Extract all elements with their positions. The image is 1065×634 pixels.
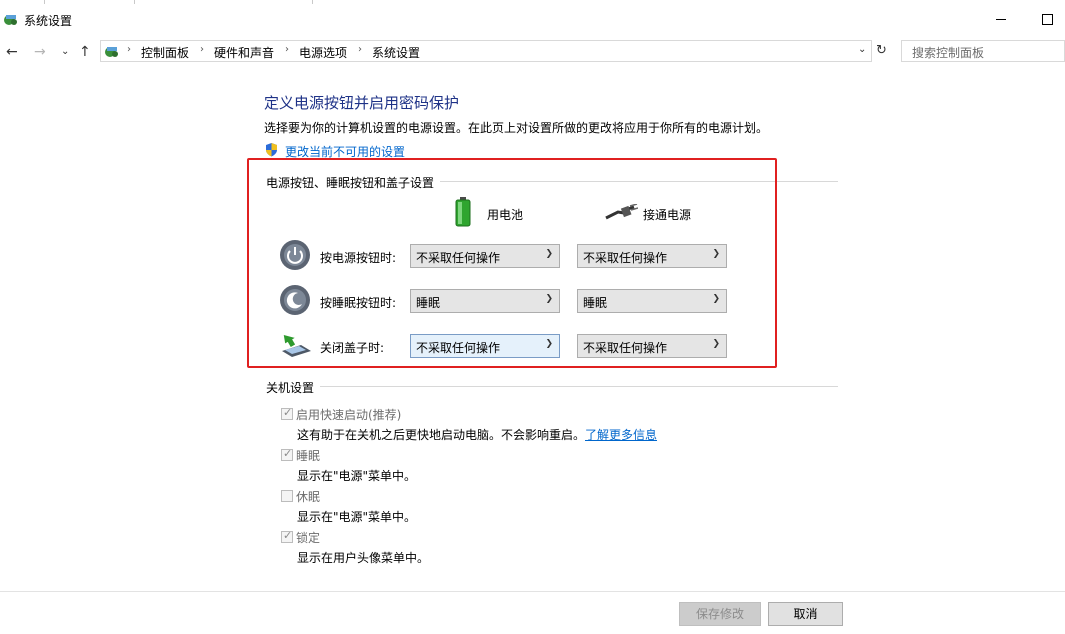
- sleep-checkbox[interactable]: ✓: [281, 447, 293, 461]
- chevron-down-icon: ❯: [712, 339, 720, 349]
- page-description: 选择要为你的计算机设置的电源设置。在此页上对设置所做的更改将应用于你所有的电源计…: [264, 121, 769, 135]
- chevron-down-icon: ❯: [545, 249, 553, 259]
- breadcrumb-system-settings[interactable]: 系统设置: [372, 44, 420, 61]
- checkmark-icon: ✓: [283, 529, 293, 542]
- laptop-lid-icon: [282, 334, 311, 357]
- breadcrumb-separator-icon: ›: [200, 44, 204, 55]
- page-title: 定义电源按钮并启用密码保护: [264, 94, 460, 112]
- chevron-down-icon: ❯: [545, 294, 553, 304]
- select-value: 睡眠: [416, 296, 441, 310]
- battery-icon: [455, 197, 471, 227]
- plugged-in-column-header: 接通电源: [643, 208, 692, 222]
- fast-startup-checkbox[interactable]: ✓: [281, 406, 293, 420]
- title-bar: 系统设置: [0, 0, 1065, 38]
- control-panel-icon: [4, 15, 17, 25]
- cancel-button[interactable]: 取消: [768, 602, 843, 626]
- hibernate-checkbox[interactable]: [281, 490, 293, 502]
- hibernate-option-label: 休眠: [296, 490, 321, 504]
- save-changes-button[interactable]: 保存修改: [679, 602, 761, 626]
- select-value: 睡眠: [583, 296, 608, 310]
- footer-divider: [0, 591, 1065, 592]
- hibernate-option-description: 显示在"电源"菜单中。: [297, 510, 417, 524]
- uac-shield-icon: [266, 143, 277, 157]
- breadcrumb-control-panel[interactable]: 控制面板: [141, 44, 189, 61]
- chevron-down-icon: ❯: [712, 294, 720, 304]
- tab-divider: [134, 0, 135, 4]
- back-arrow-icon[interactable]: ←: [6, 44, 18, 60]
- fast-startup-description: 这有助于在关机之后更快地启动电脑。不会影响重启。: [297, 428, 586, 442]
- sleep-option-label: 睡眠: [296, 449, 321, 463]
- select-value: 不采取任何操作: [416, 341, 501, 355]
- select-value: 不采取任何操作: [583, 341, 668, 355]
- fast-startup-label: 启用快速启动(推荐): [296, 408, 402, 422]
- sleep-button-plugged-select[interactable]: 睡眠 ❯: [577, 289, 727, 313]
- sleep-button-battery-select[interactable]: 睡眠 ❯: [410, 289, 560, 313]
- battery-column-header: 用电池: [487, 208, 524, 222]
- control-panel-icon: [105, 47, 118, 57]
- sleep-option-description: 显示在"电源"菜单中。: [297, 469, 417, 483]
- breadcrumb-power-options[interactable]: 电源选项: [299, 44, 347, 61]
- breadcrumb-separator-icon: ›: [358, 44, 362, 55]
- power-button-battery-select[interactable]: 不采取任何操作 ❯: [410, 244, 560, 268]
- checkmark-icon: ✓: [283, 406, 293, 419]
- breadcrumb-hardware-sound[interactable]: 硬件和声音: [214, 44, 274, 61]
- close-lid-battery-select[interactable]: 不采取任何操作 ❯: [410, 334, 560, 358]
- recent-locations-chevron-icon[interactable]: ⌄: [61, 46, 69, 57]
- window-title: 系统设置: [24, 14, 73, 28]
- section-divider: [266, 386, 838, 387]
- checkmark-icon: ✓: [283, 447, 293, 460]
- lock-checkbox[interactable]: ✓: [281, 529, 293, 543]
- power-button-row-label: 按电源按钮时:: [320, 251, 397, 265]
- close-lid-row-label: 关闭盖子时:: [320, 341, 385, 355]
- address-dropdown-chevron-icon[interactable]: ⌄: [858, 44, 866, 55]
- shutdown-section-title: 关机设置: [266, 379, 321, 396]
- maximize-button[interactable]: [1042, 14, 1053, 25]
- close-lid-plugged-select[interactable]: 不采取任何操作 ❯: [577, 334, 727, 358]
- chevron-down-icon: ❯: [545, 339, 553, 349]
- forward-arrow-icon[interactable]: →: [34, 44, 46, 60]
- search-input[interactable]: 搜索控制面板: [901, 40, 1065, 62]
- lock-option-description: 显示在用户头像菜单中。: [297, 551, 430, 565]
- lock-option-label: 锁定: [296, 531, 321, 545]
- breadcrumb-separator-icon: ›: [285, 44, 289, 55]
- tab-divider: [312, 0, 313, 4]
- up-arrow-icon[interactable]: ↑: [79, 44, 91, 60]
- power-button-icon: [280, 240, 310, 270]
- learn-more-link[interactable]: 了解更多信息: [585, 426, 657, 443]
- breadcrumb-separator-icon: ›: [127, 44, 131, 55]
- select-value: 不采取任何操作: [583, 251, 668, 265]
- tab-divider: [44, 0, 45, 4]
- power-button-plugged-select[interactable]: 不采取任何操作 ❯: [577, 244, 727, 268]
- search-placeholder: 搜索控制面板: [912, 46, 985, 60]
- sleep-button-icon: [280, 285, 310, 315]
- sleep-button-row-label: 按睡眠按钮时:: [320, 296, 397, 310]
- power-plug-icon: [605, 204, 638, 220]
- select-value: 不采取任何操作: [416, 251, 501, 265]
- chevron-down-icon: ❯: [712, 249, 720, 259]
- refresh-icon[interactable]: ↻: [876, 43, 887, 58]
- minimize-button[interactable]: [996, 19, 1006, 20]
